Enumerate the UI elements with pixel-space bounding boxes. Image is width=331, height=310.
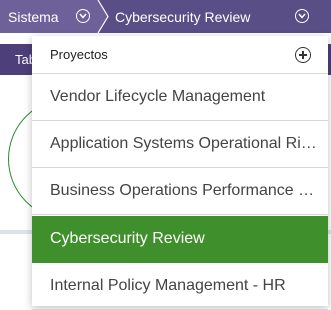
- project-item[interactable]: Business Operations Performance Ma...: [32, 168, 328, 215]
- breadcrumb-item-sistema[interactable]: Sistema: [0, 0, 98, 33]
- breadcrumb-item-label: Sistema: [8, 9, 59, 25]
- dropdown-title: Proyectos: [50, 47, 108, 62]
- project-item[interactable]: Vendor Lifecycle Management: [32, 74, 328, 121]
- project-item-label: Vendor Lifecycle Management: [50, 88, 266, 105]
- chevron-down-icon[interactable]: [295, 9, 309, 23]
- project-item-label: Application Systems Operational Risk...: [50, 135, 322, 152]
- project-item-label: Cybersecurity Review: [50, 230, 205, 247]
- project-item-selected[interactable]: Cybersecurity Review: [32, 216, 328, 263]
- add-project-icon[interactable]: [295, 47, 311, 63]
- project-item[interactable]: Application Systems Operational Risk...: [32, 121, 328, 168]
- breadcrumb: Sistema Cybersecurity Review: [0, 0, 331, 33]
- project-item-label: Internal Policy Management - HR: [50, 277, 286, 294]
- chevron-down-icon[interactable]: [76, 9, 90, 23]
- breadcrumb-current-label: Cybersecurity Review: [115, 9, 251, 25]
- projects-dropdown: Proyectos Vendor Lifecycle Management Ap…: [32, 36, 328, 310]
- project-item-label: Business Operations Performance Ma...: [50, 182, 322, 199]
- dropdown-header: Proyectos: [32, 36, 328, 74]
- breadcrumb-separator: [97, 0, 109, 33]
